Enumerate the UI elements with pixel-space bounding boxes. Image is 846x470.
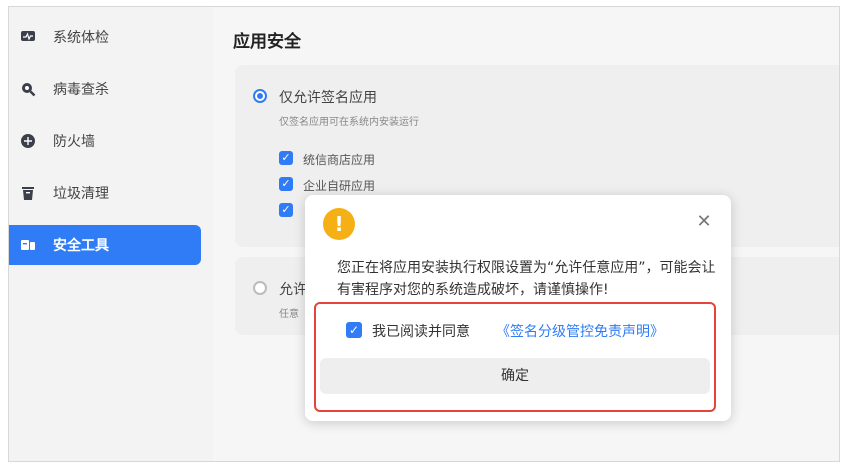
- monitor-icon: [19, 28, 37, 46]
- agree-checkbox[interactable]: ✓: [346, 322, 362, 338]
- sidebar-item-label: 垃圾清理: [53, 186, 109, 202]
- sidebar-item-label: 系统体检: [53, 30, 109, 46]
- agree-label: 我已阅读并同意: [372, 324, 470, 340]
- checkbox-label: 统信商店应用: [303, 153, 376, 167]
- sidebar-item-label: 防火墙: [53, 134, 95, 150]
- option-title: 允许: [279, 282, 307, 298]
- sidebar-item-label: 病毒查杀: [53, 82, 109, 98]
- firewall-icon: [19, 132, 37, 150]
- sidebar-item-system-check[interactable]: 系统体检: [9, 17, 201, 57]
- virus-scan-icon: [19, 80, 37, 98]
- sidebar: 系统体检 病毒查杀 防火墙 垃圾清理 安全工具: [9, 7, 213, 461]
- sidebar-item-security-tools[interactable]: 安全工具: [9, 225, 201, 265]
- checkbox-enterprise-apps[interactable]: ✓: [279, 177, 293, 191]
- warning-icon: !: [323, 208, 355, 240]
- option-description: 任意: [279, 309, 299, 320]
- sidebar-item-cleanup[interactable]: 垃圾清理: [9, 173, 201, 213]
- disclaimer-link[interactable]: 《签名分级管控免责声明》: [496, 321, 664, 341]
- tools-icon: [19, 236, 37, 254]
- trash-icon: [19, 184, 37, 202]
- confirm-button[interactable]: 确定: [320, 358, 710, 394]
- radio-any-app[interactable]: [253, 281, 267, 295]
- sidebar-item-firewall[interactable]: 防火墙: [9, 121, 201, 161]
- checkbox-third[interactable]: ✓: [279, 203, 293, 217]
- close-icon[interactable]: ✕: [695, 213, 713, 231]
- option-title: 仅允许签名应用: [279, 90, 377, 106]
- checkbox-label: 企业自研应用: [303, 179, 376, 193]
- sidebar-item-label: 安全工具: [53, 238, 109, 254]
- radio-signed-only[interactable]: [253, 89, 267, 103]
- highlight-box: [314, 302, 716, 412]
- checkbox-store-apps[interactable]: ✓: [279, 151, 293, 165]
- dialog-message: 您正在将应用安装执行权限设置为“允许任意应用”，可能会让有害程序对您的系统造成破…: [337, 260, 716, 298]
- option-description: 仅签名应用可在系统内安装运行: [279, 117, 419, 128]
- sidebar-item-virus-scan[interactable]: 病毒查杀: [9, 69, 201, 109]
- page-title: 应用安全: [233, 32, 301, 52]
